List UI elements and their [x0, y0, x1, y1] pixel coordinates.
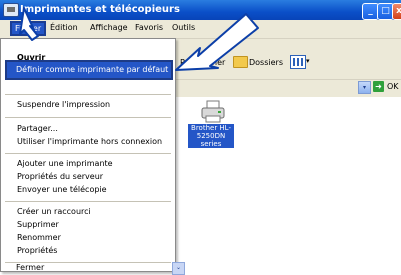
- close-button[interactable]: x: [392, 3, 401, 20]
- scroll-down-icon[interactable]: ⌄: [172, 262, 185, 275]
- file-menu-dropdown: Ouvrir Définir comme imprimante par défa…: [0, 38, 176, 272]
- folder-icon: [233, 56, 248, 68]
- folders-button[interactable]: Dossiers: [249, 58, 283, 67]
- printer-folder-icon: [3, 3, 19, 17]
- menu-item-supprimer[interactable]: Supprimer: [17, 220, 59, 229]
- menu-item-creer-raccourci[interactable]: Créer un raccourci: [17, 207, 91, 216]
- menu-item-set-default-printer[interactable]: Définir comme imprimante par défaut: [5, 60, 173, 80]
- menu-favoris[interactable]: Favoris: [135, 23, 163, 32]
- window-title: Imprimantes et télécopieurs: [20, 4, 180, 15]
- menu-separator: [5, 94, 171, 95]
- menu-separator: [5, 201, 171, 202]
- search-button[interactable]: Rechercher: [180, 58, 225, 67]
- menu-affichage[interactable]: Affichage: [90, 23, 128, 32]
- menu-item-hors-connexion[interactable]: Utiliser l'imprimante hors connexion: [17, 137, 162, 146]
- menu-edition[interactable]: Édition: [50, 23, 78, 32]
- menu-item-proprietes-serveur[interactable]: Propriétés du serveur: [17, 172, 103, 181]
- menu-item-partager[interactable]: Partager...: [17, 124, 58, 133]
- go-label[interactable]: OK: [387, 82, 399, 91]
- menu-outils[interactable]: Outils: [172, 23, 195, 32]
- chevron-down-icon[interactable]: ▾: [306, 57, 310, 65]
- menu-item-proprietes[interactable]: Propriétés: [17, 246, 57, 255]
- menu-item-renommer[interactable]: Renommer: [17, 233, 61, 242]
- menu-fichier[interactable]: Fichier: [10, 21, 47, 36]
- address-dropdown-button[interactable]: ▾: [358, 81, 371, 94]
- menu-item-ouvrir[interactable]: Ouvrir: [17, 53, 45, 62]
- menu-separator: [5, 117, 171, 118]
- menu-item-ajouter-imprimante[interactable]: Ajouter une imprimante: [17, 159, 113, 168]
- printer-icon[interactable]: [200, 100, 226, 124]
- menu-item-label: Définir comme imprimante par défaut: [16, 65, 169, 74]
- menu-separator: [5, 153, 171, 154]
- title-bar: Imprimantes et télécopieurs _ □ x: [0, 0, 401, 20]
- menu-bar: Fichier Édition Affichage Favoris Outils: [0, 20, 401, 39]
- menu-item-suspendre[interactable]: Suspendre l'impression: [17, 100, 110, 109]
- views-button[interactable]: [290, 55, 306, 69]
- menu-item-envoyer-telecopie[interactable]: Envoyer une télécopie: [17, 185, 107, 194]
- printer-label[interactable]: Brother HL-5250DN series: [188, 124, 234, 148]
- menu-item-fermer[interactable]: Fermer: [16, 263, 44, 272]
- go-icon[interactable]: ➜: [373, 81, 384, 92]
